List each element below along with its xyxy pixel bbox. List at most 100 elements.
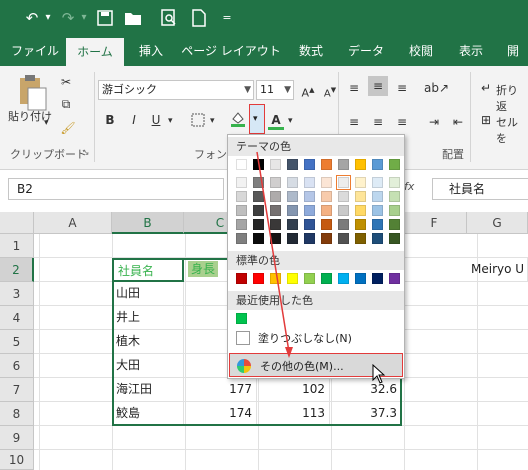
theme-shade-swatch[interactable] [321,205,332,216]
theme-shade-swatch[interactable] [338,205,349,216]
theme-shade-swatch[interactable] [321,191,332,202]
row-header[interactable]: 3 [0,282,34,306]
print-preview-icon[interactable] [158,6,180,30]
theme-shade-swatch[interactable] [372,205,383,216]
align-left-icon[interactable]: ≡ [344,112,364,132]
theme-shade-swatch[interactable] [355,233,366,244]
theme-shade-swatch[interactable] [336,175,351,190]
row-header[interactable]: 6 [0,354,34,378]
underline-button[interactable]: U [146,110,166,130]
theme-shade-swatch[interactable] [372,177,383,188]
theme-color-swatch[interactable] [253,159,264,170]
standard-color-swatch[interactable] [270,273,281,284]
cell-g2[interactable]: Meiryo U [467,258,528,282]
align-bottom-icon[interactable]: ≡ [392,78,412,98]
fill-color-icon[interactable] [228,110,248,130]
font-color-dropdown-icon[interactable]: ▾ [288,116,293,126]
theme-shade-swatch[interactable] [270,191,281,202]
save-icon[interactable] [94,6,116,30]
recent-color-swatch[interactable] [236,313,247,324]
theme-color-swatch[interactable] [355,159,366,170]
borders-dropdown-icon[interactable]: ▾ [210,116,215,126]
theme-shade-swatch[interactable] [304,233,315,244]
paste-dropdown-icon[interactable]: ▾ [44,118,49,128]
font-name-combo[interactable]: 游ゴシック ▼ [98,80,254,100]
theme-shade-swatch[interactable] [372,233,383,244]
theme-shade-swatch[interactable] [287,205,298,216]
column-header-g[interactable]: G [467,212,528,234]
standard-color-swatch[interactable] [355,273,366,284]
new-document-icon[interactable] [188,6,210,30]
tab-view[interactable]: 表示 [448,36,494,66]
theme-shade-swatch[interactable] [321,177,332,188]
cell-b7[interactable]: 海江田 [112,378,184,402]
indent-increase-icon[interactable]: ⇥ [424,112,444,132]
tab-home[interactable]: ホーム [66,38,124,66]
cell-b2[interactable]: 社員名 [112,258,184,282]
theme-color-swatch[interactable] [287,159,298,170]
wrap-text-icon[interactable]: ↵ [476,78,496,98]
align-top-icon[interactable]: ≡ [344,78,364,98]
theme-shade-swatch[interactable] [389,177,400,188]
column-header-b[interactable]: B [112,212,184,234]
tab-developer[interactable]: 開 [498,36,528,66]
undo-icon[interactable]: ↶ [22,6,42,30]
cell-b8[interactable]: 鮫島 [112,402,184,426]
standard-color-swatch[interactable] [253,273,264,284]
redo-icon[interactable]: ↷ [58,6,78,30]
theme-shade-swatch[interactable] [236,233,247,244]
row-header[interactable]: 10 [0,450,34,470]
theme-shade-swatch[interactable] [389,205,400,216]
cell-b4[interactable]: 井上 [112,306,184,330]
grow-font-icon[interactable]: A▲ [298,80,318,100]
theme-shade-swatch[interactable] [321,219,332,230]
cell-c8[interactable]: 174 [184,402,257,426]
no-fill-option[interactable]: 塗りつぶしなし(N) [258,331,352,347]
theme-color-swatch[interactable] [338,159,349,170]
cell-b5[interactable]: 植木 [112,330,184,354]
theme-shade-swatch[interactable] [321,233,332,244]
column-header-f[interactable]: F [402,212,467,234]
tab-review[interactable]: 校閲 [398,36,444,66]
dropdown-arrow-icon[interactable]: = [220,6,234,30]
row-header[interactable]: 2 [0,258,34,282]
theme-shade-swatch[interactable] [270,233,281,244]
shrink-font-icon[interactable]: A▼ [320,80,340,100]
tab-page-layout[interactable]: ページ レイアウト [178,36,284,66]
theme-shade-swatch[interactable] [355,219,366,230]
indent-decrease-icon[interactable]: ⇤ [448,112,468,132]
theme-shade-swatch[interactable] [372,219,383,230]
undo-dropdown-icon[interactable]: ▾ [42,6,54,30]
redo-dropdown-icon[interactable]: ▾ [78,6,90,30]
standard-color-swatch[interactable] [338,273,349,284]
theme-shade-swatch[interactable] [236,177,247,188]
theme-shade-swatch[interactable] [270,177,281,188]
row-header[interactable]: 4 [0,306,34,330]
underline-dropdown-icon[interactable]: ▾ [168,116,173,126]
cell-e8[interactable]: 37.3 [330,402,402,426]
cell-d7[interactable]: 102 [257,378,330,402]
theme-shade-swatch[interactable] [253,233,264,244]
row-header[interactable]: 9 [0,426,34,450]
tab-insert[interactable]: 挿入 [128,36,174,66]
standard-color-swatch[interactable] [287,273,298,284]
cell-d8[interactable]: 113 [257,402,330,426]
wrap-text-label[interactable]: 折り返 [496,82,528,114]
borders-icon[interactable] [188,110,208,130]
theme-color-swatch[interactable] [304,159,315,170]
theme-shade-swatch[interactable] [287,233,298,244]
cell-b6[interactable]: 大田 [112,354,184,378]
theme-shade-swatch[interactable] [304,191,315,202]
fx-icon[interactable]: fx [404,180,414,193]
theme-color-swatch[interactable] [372,159,383,170]
clipboard-launcher-icon[interactable]: ↘ [82,148,90,158]
copy-icon[interactable]: ⧉ [56,94,76,114]
formula-input[interactable]: 社員名 [432,178,528,200]
theme-shade-swatch[interactable] [270,219,281,230]
theme-shade-swatch[interactable] [355,191,366,202]
theme-shade-swatch[interactable] [304,219,315,230]
theme-shade-swatch[interactable] [372,191,383,202]
standard-color-swatch[interactable] [304,273,315,284]
row-header[interactable]: 1 [0,234,34,258]
standard-color-swatch[interactable] [236,273,247,284]
